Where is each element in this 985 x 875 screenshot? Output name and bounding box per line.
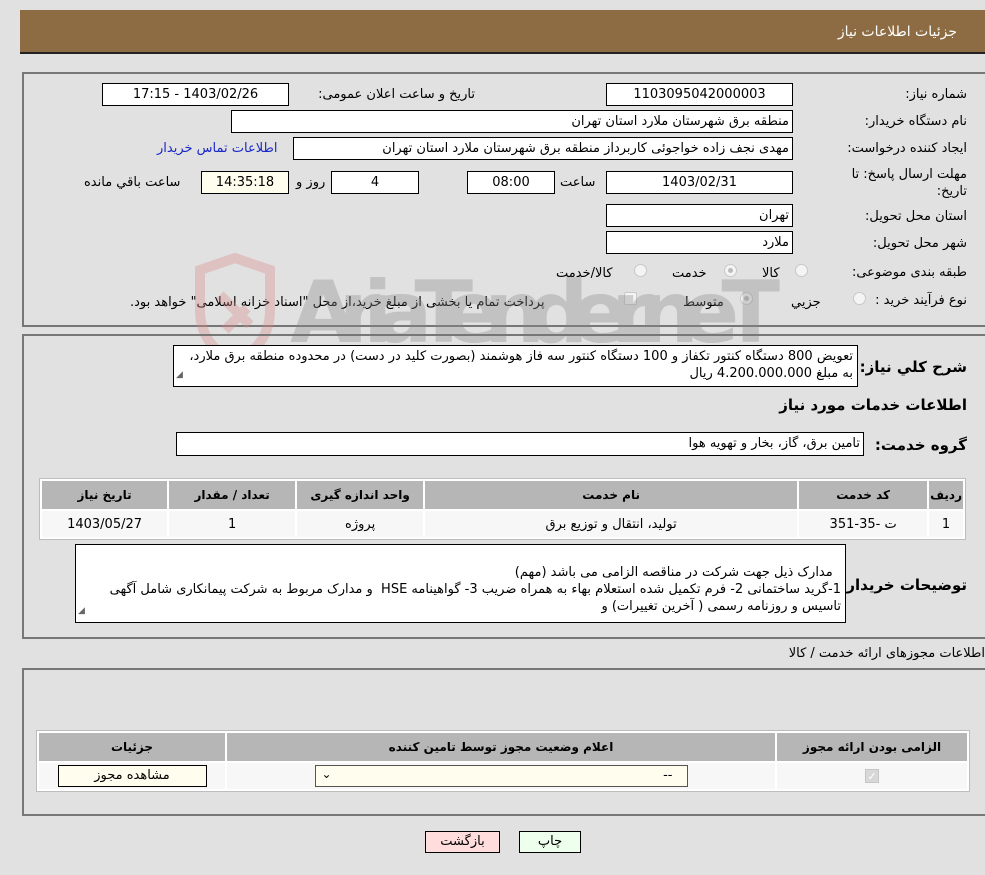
permit-status-value: -- (663, 768, 673, 783)
print-button[interactable]: چاپ (519, 831, 581, 853)
cell-quantity: 1 (169, 511, 296, 537)
services-table-header: ردیف کد خدمت نام خدمت واحد اندازه گیری ت… (42, 481, 963, 509)
remaining-time-label: ساعت باقي مانده (84, 175, 181, 190)
cell-service-name: تولید، انتقال و توزیع برق (425, 511, 798, 537)
col-service-code: کد خدمت (799, 481, 928, 509)
buyer-notes-label: توضیحات خریدار: (840, 576, 967, 594)
col-permit-details: جزئیات (39, 733, 225, 761)
creator-field: مهدی نجف زاده خواجوئی کاربرداز منطقه برق… (293, 137, 793, 160)
buyer-org-field: منطقه برق شهرستان ملارد استان تهران (231, 110, 793, 133)
col-row-number: ردیف (929, 481, 963, 509)
category-label: طبقه بندی موضوعی: (851, 265, 967, 280)
permit-required-checkbox: ✓ (865, 768, 879, 783)
buyer-notes-text: مدارک ذیل جهت شرکت در مناقصه الزامی می ب… (109, 565, 841, 614)
col-need-date: تاریخ نیاز (42, 481, 168, 509)
resize-grip-icon[interactable]: ◢ (78, 603, 85, 620)
page-title: جزئیات اطلاعات نیاز (837, 24, 957, 40)
process-radio-minor[interactable] (853, 292, 866, 305)
table-row: ✓ -- ⌄ مشاهده مجوز (39, 763, 967, 789)
deadline-time-label: ساعت (560, 175, 596, 190)
days-remaining-field: 4 (331, 171, 419, 194)
category-option-goods: کالا (762, 266, 780, 281)
col-service-name: نام خدمت (425, 481, 798, 509)
cell-service-code: ت -35-351 (799, 511, 928, 537)
permit-status-select[interactable]: -- ⌄ (314, 765, 688, 787)
col-quantity: تعداد / مقدار (169, 481, 296, 509)
announce-datetime-field: 1403/02/26 - 17:15 (102, 83, 289, 106)
city-field: ملارد (606, 231, 793, 254)
chevron-down-icon: ⌄ (321, 767, 332, 781)
province-field: تهران (606, 204, 793, 227)
category-radio-goods[interactable] (795, 264, 808, 277)
process-radio-medium[interactable] (740, 292, 753, 305)
services-heading: اطلاعات خدمات مورد نیاز (779, 396, 967, 414)
table-row: 1 ت -35-351 تولید، انتقال و توزیع برق پر… (42, 511, 963, 537)
view-permit-button[interactable]: مشاهده مجوز (57, 765, 207, 787)
service-group-label: گروه خدمت: (874, 436, 967, 454)
col-permit-status: اعلام وضعیت مجوز توسط تامین کننده (227, 733, 775, 761)
cell-unit: پروژه (297, 511, 424, 537)
cell-permit-required: ✓ (777, 763, 967, 789)
category-option-goods-service: کالا/خدمت (556, 266, 613, 281)
deadline-time-field: 08:00 (467, 171, 555, 194)
cell-row-number: 1 (929, 511, 963, 537)
resize-grip-icon[interactable]: ◢ (176, 367, 183, 384)
category-option-service: خدمت (672, 266, 707, 281)
need-number-label: شماره نیاز: (905, 87, 967, 102)
process-option-minor: جزيي (791, 295, 821, 310)
category-radio-goods-service[interactable] (634, 264, 647, 277)
col-unit: واحد اندازه گیری (297, 481, 424, 509)
description-label: شرح کلي نیاز: (859, 358, 967, 376)
service-group-field: تامین برق، گاز، بخار و تهویه هوا (176, 432, 864, 456)
cell-need-date: 1403/05/27 (42, 511, 168, 537)
buyer-org-label: نام دستگاه خریدار: (864, 114, 967, 129)
back-button[interactable]: بازگشت (425, 831, 500, 853)
permits-table-header: الزامی بودن ارائه مجوز اعلام وضعیت مجوز … (39, 733, 967, 761)
treasury-note: پرداخت تمام یا بخشی از مبلغ خرید،از محل … (130, 295, 545, 310)
need-number-field: 1103095042000003 (606, 83, 793, 106)
services-table: ردیف کد خدمت نام خدمت واحد اندازه گیری ت… (39, 478, 966, 540)
permits-table: الزامی بودن ارائه مجوز اعلام وضعیت مجوز … (36, 730, 970, 792)
buyer-contact-link[interactable]: اطلاعات تماس خریدار (157, 141, 277, 156)
page-title-bar: جزئیات اطلاعات نیاز (20, 10, 985, 54)
treasury-checkbox[interactable] (624, 292, 637, 305)
process-label: نوع فرآیند خرید : (875, 293, 967, 308)
col-permit-required: الزامی بودن ارائه مجوز (777, 733, 967, 761)
deadline-label: مهلت ارسال پاسخ: تا تاریخ: (851, 167, 967, 199)
category-radio-service[interactable] (724, 264, 737, 277)
buyer-notes-textarea[interactable]: مدارک ذیل جهت شرکت در مناقصه الزامی می ب… (75, 544, 846, 623)
remaining-time-field: 14:35:18 (201, 171, 289, 194)
description-text: تعویض 800 دستگاه کنتور تکفاز و 100 دستگا… (189, 349, 853, 381)
creator-label: ایجاد کننده درخواست: (847, 141, 967, 156)
cell-permit-details: مشاهده مجوز (39, 763, 225, 789)
days-label: روز و (296, 175, 326, 190)
process-option-medium: متوسط (683, 295, 724, 310)
deadline-date-field: 1403/02/31 (606, 171, 793, 194)
announce-datetime-label: تاریخ و ساعت اعلان عمومی: (318, 87, 475, 102)
cell-permit-status: -- ⌄ (227, 763, 775, 789)
province-label: استان محل تحویل: (865, 209, 967, 224)
description-textarea[interactable]: تعویض 800 دستگاه کنتور تکفاز و 100 دستگا… (173, 345, 858, 387)
city-label: شهر محل تحویل: (872, 236, 967, 251)
permits-heading: اطلاعات مجوزهای ارائه خدمت / کالا (788, 646, 985, 661)
